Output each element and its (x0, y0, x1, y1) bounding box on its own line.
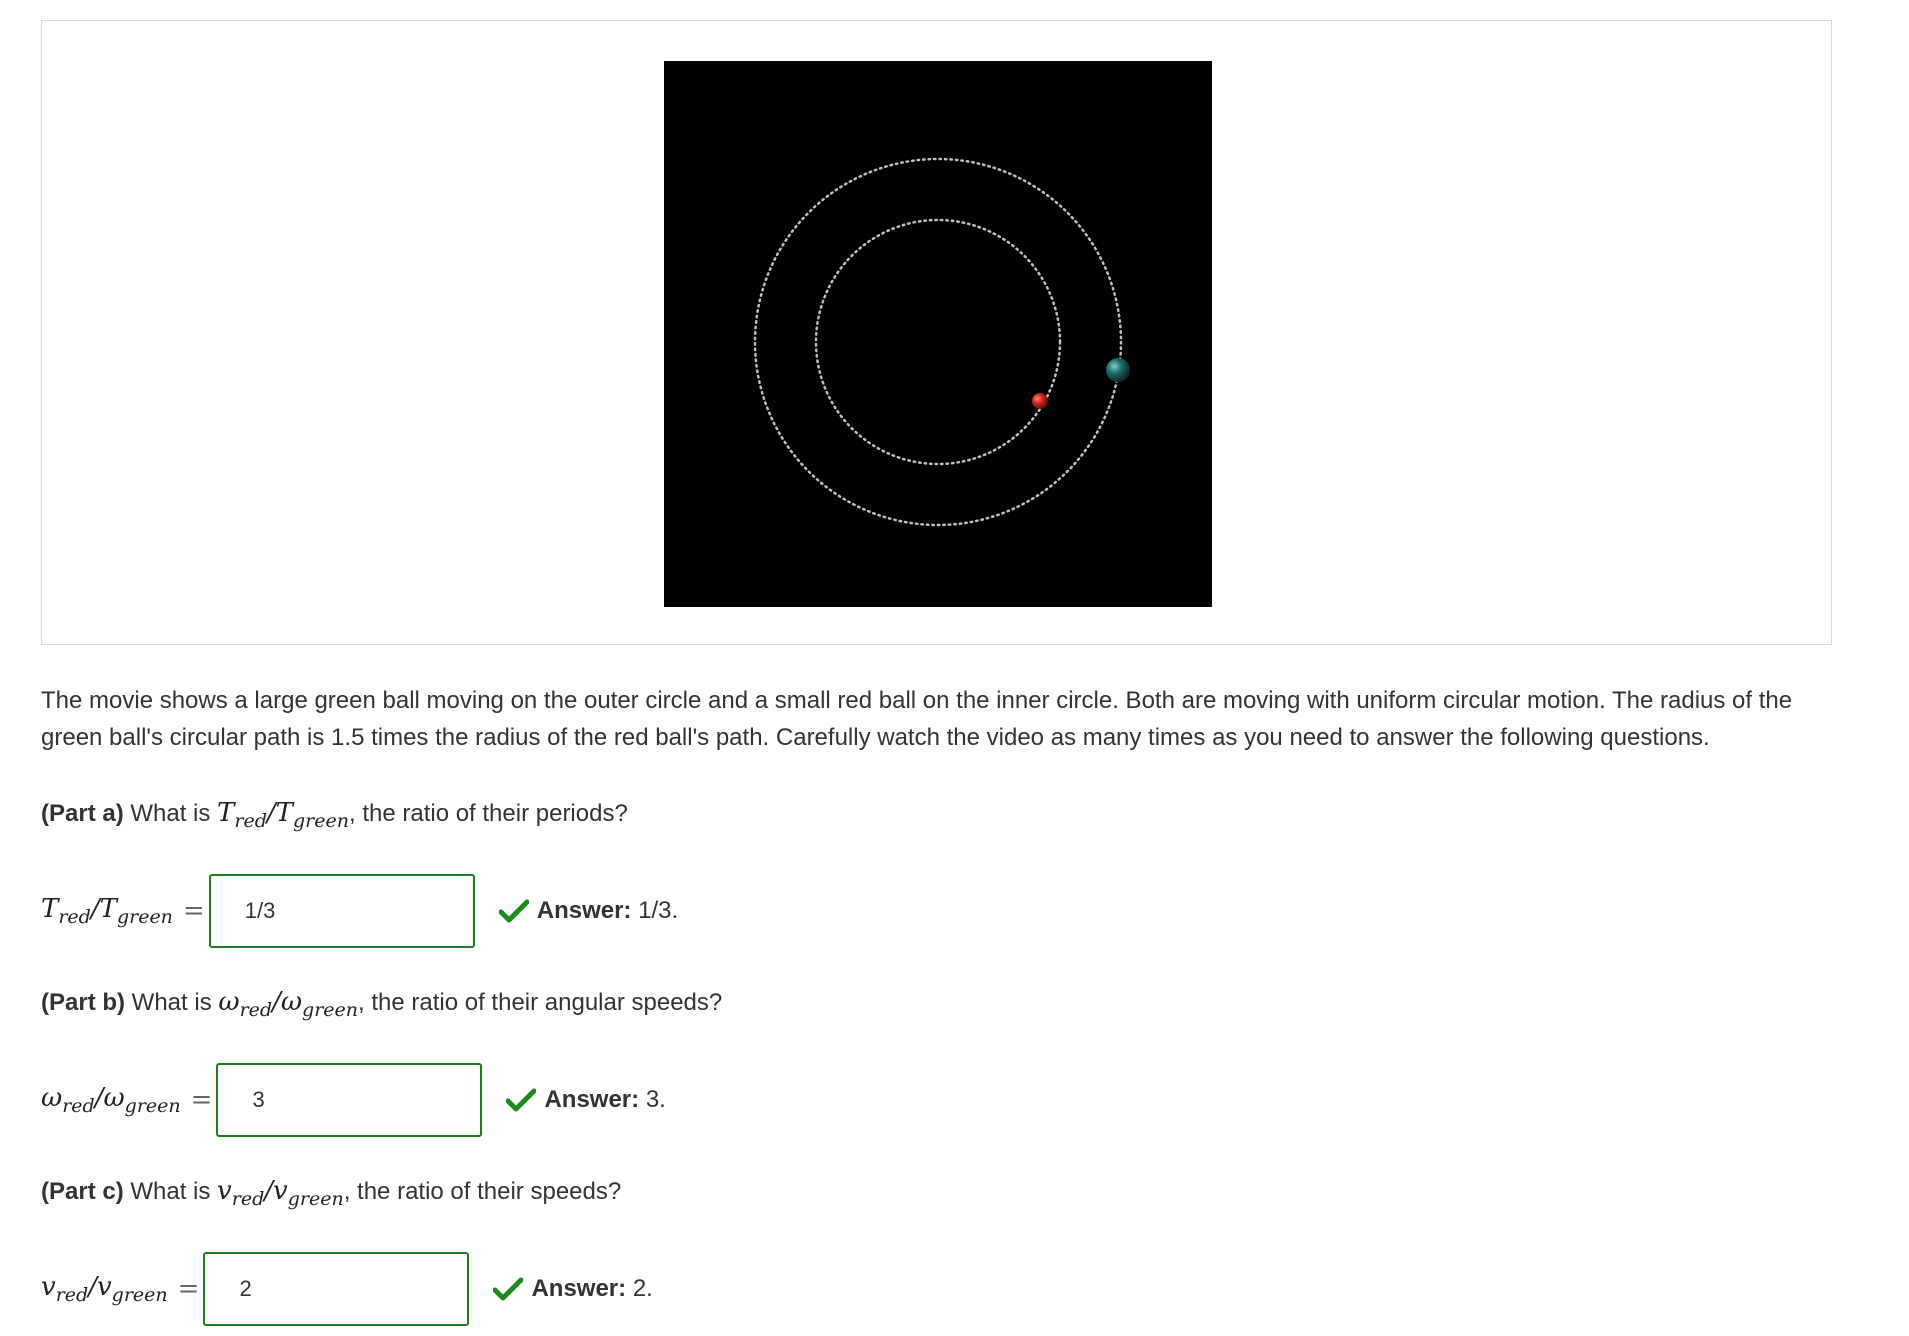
part-a-math: Tred/Tgreen (217, 798, 349, 832)
part-a-answer-label: Answer: (536, 897, 632, 924)
part-c-input-value: 2 (239, 1276, 252, 1301)
equals-sign: = (177, 1274, 200, 1304)
part-a-question: (Part a) What is Tred/Tgreen, the ratio … (41, 798, 628, 832)
equals-sign: = (190, 1085, 213, 1115)
part-b-input-value: 3 (252, 1087, 265, 1112)
part-c-question-prefix: What is (130, 1178, 218, 1205)
check-icon (506, 1088, 537, 1112)
part-b-answer-label: Answer: (544, 1086, 640, 1113)
check-icon (493, 1277, 524, 1301)
part-b-input[interactable]: 3 (216, 1063, 483, 1137)
red-ball (1032, 393, 1048, 409)
part-b-answer-value: 3. (645, 1086, 666, 1113)
part-b-label: (Part b) (41, 989, 125, 1016)
outer-orbit-path (753, 157, 1123, 527)
part-b-lhs: ωred/ωgreen (41, 1083, 181, 1117)
part-c-lhs: vred/vgreen (41, 1272, 168, 1306)
part-c-answer-value: 2. (632, 1275, 653, 1302)
check-icon (498, 899, 529, 923)
part-a-question-suffix: , the ratio of their periods? (348, 800, 628, 827)
part-b-question: (Part b) What is ωred/ωgreen, the ratio … (41, 987, 722, 1021)
part-a-input[interactable]: 1/3 (208, 874, 475, 948)
part-c-question: (Part c) What is vred/vgreen, the ratio … (41, 1176, 621, 1210)
part-c-math: vred/vgreen (217, 1176, 344, 1210)
part-c-answer-label: Answer: (531, 1275, 627, 1302)
part-a-feedback: Answer: 1/3. (498, 897, 679, 925)
orbit-animation (753, 157, 1130, 527)
part-b-question-prefix: What is (131, 989, 219, 1016)
part-b-math: ωred/ωgreen (218, 987, 359, 1021)
movie-video[interactable] (664, 61, 1212, 607)
part-a-label: (Part a) (41, 800, 124, 827)
part-a-answer-value: 1/3. (638, 897, 679, 924)
part-a-input-value: 1/3 (244, 898, 276, 923)
part-a-lhs: Tred/Tgreen (41, 894, 173, 928)
part-c-answer-row: vred/vgreen = 2 Answer: 2. (41, 1252, 653, 1326)
part-a-question-prefix: What is (130, 800, 218, 827)
part-b-answer-row: ωred/ωgreen = 3 Answer: 3. (41, 1063, 666, 1137)
part-c-input[interactable]: 2 (203, 1252, 470, 1326)
movie-frame (41, 20, 1832, 645)
problem-description: The movie shows a large green ball movin… (41, 687, 1793, 751)
part-b-question-suffix: , the ratio of their angular speeds? (358, 989, 723, 1016)
part-c-label: (Part c) (41, 1178, 124, 1205)
green-ball (1106, 358, 1130, 382)
inner-orbit-path (814, 218, 1062, 466)
part-c-question-suffix: , the ratio of their speeds? (343, 1178, 622, 1205)
equals-sign: = (182, 896, 205, 926)
part-c-feedback: Answer: 2. (493, 1275, 653, 1303)
part-b-feedback: Answer: 3. (506, 1086, 666, 1114)
part-a-answer-row: Tred/Tgreen = 1/3 Answer: 1/3. (41, 874, 678, 948)
